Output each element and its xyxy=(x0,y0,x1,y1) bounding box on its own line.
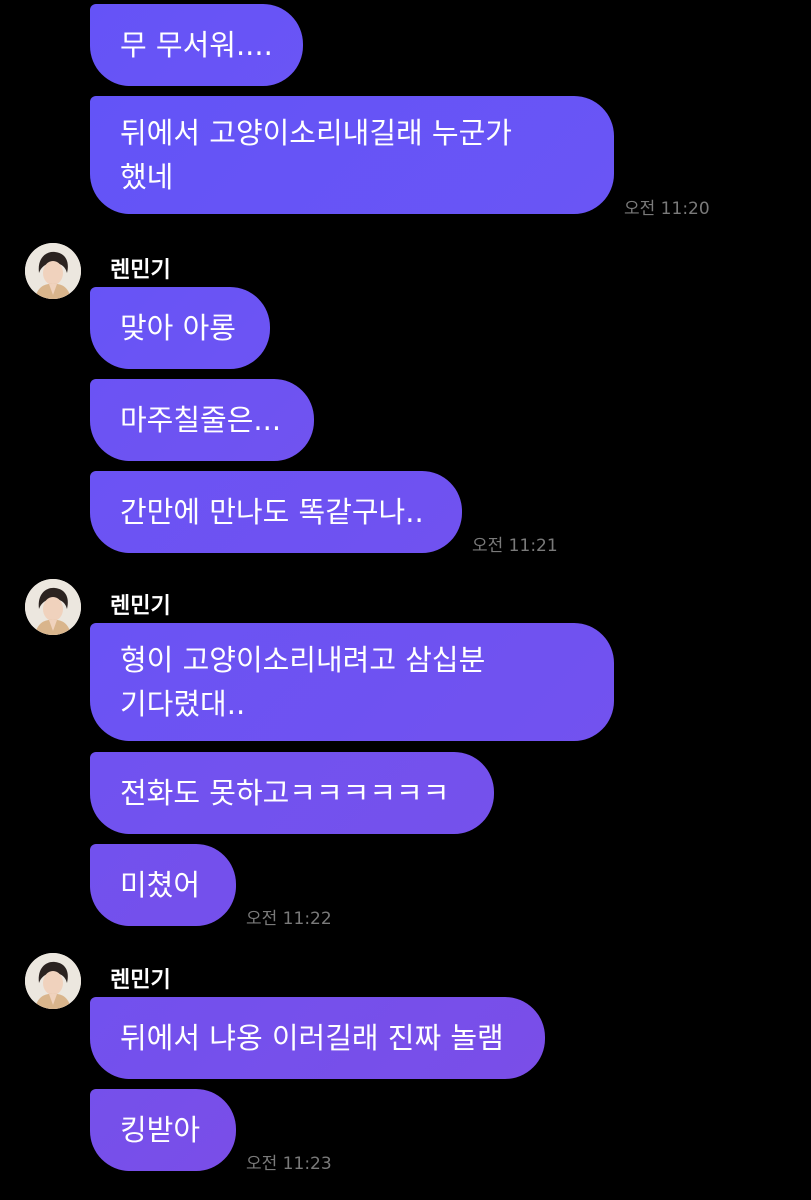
profile-photo-icon xyxy=(25,953,81,1009)
message-bubble[interactable]: 뒤에서 냐옹 이러길래 진짜 놀램 xyxy=(90,997,545,1079)
message-time: 오전 11:20 xyxy=(624,199,710,219)
message-text: 킹받아 xyxy=(120,1113,201,1147)
message-text-line: 기다렸대.. xyxy=(120,687,246,721)
message-text: 맞아 아롱 xyxy=(120,311,236,345)
message-bubble[interactable]: 맞아 아롱 xyxy=(90,287,270,369)
message-time: 오전 11:22 xyxy=(246,909,332,929)
message-bubble[interactable]: 미쳤어 xyxy=(90,844,236,926)
message-bubble[interactable]: 간만에 만나도 똑같구나.. xyxy=(90,471,462,553)
sender-avatar[interactable] xyxy=(25,953,81,1009)
message-bubble[interactable]: 전화도 못하고ㅋㅋㅋㅋㅋㅋ xyxy=(90,752,494,834)
message-bubble[interactable]: 형이 고양이소리내려고 삼십분 기다렸대.. xyxy=(90,623,614,741)
profile-photo-icon xyxy=(25,579,81,635)
message-time: 오전 11:21 xyxy=(472,536,558,556)
message-bubble[interactable]: 킹받아 xyxy=(90,1089,236,1171)
message-text: 무 무서워.... xyxy=(120,28,273,62)
sender-avatar[interactable] xyxy=(25,579,81,635)
message-bubble[interactable]: 마주칠줄은... xyxy=(90,379,314,461)
message-text: 뒤에서 냐옹 이러길래 진짜 놀램 xyxy=(120,1021,504,1055)
sender-name: 렌민기 xyxy=(110,258,171,283)
message-time: 오전 11:23 xyxy=(246,1154,332,1174)
message-text: 미쳤어 xyxy=(120,868,201,902)
message-text: 간만에 만나도 똑같구나.. xyxy=(120,495,424,529)
message-bubble[interactable]: 무 무서워.... xyxy=(90,4,303,86)
message-text: 마주칠줄은... xyxy=(120,403,282,437)
sender-name: 렌민기 xyxy=(110,594,171,619)
sender-avatar[interactable] xyxy=(25,243,81,299)
message-text-line: 뒤에서 고양이소리내길래 누군가 xyxy=(120,116,512,150)
message-text-line: 했네 xyxy=(120,160,174,194)
profile-photo-icon xyxy=(25,243,81,299)
message-bubble[interactable]: 뒤에서 고양이소리내길래 누군가 했네 xyxy=(90,96,614,214)
message-text-line: 형이 고양이소리내려고 삼십분 xyxy=(120,643,486,677)
message-text: 전화도 못하고ㅋㅋㅋㅋㅋㅋ xyxy=(120,776,450,810)
sender-name: 렌민기 xyxy=(110,968,171,993)
